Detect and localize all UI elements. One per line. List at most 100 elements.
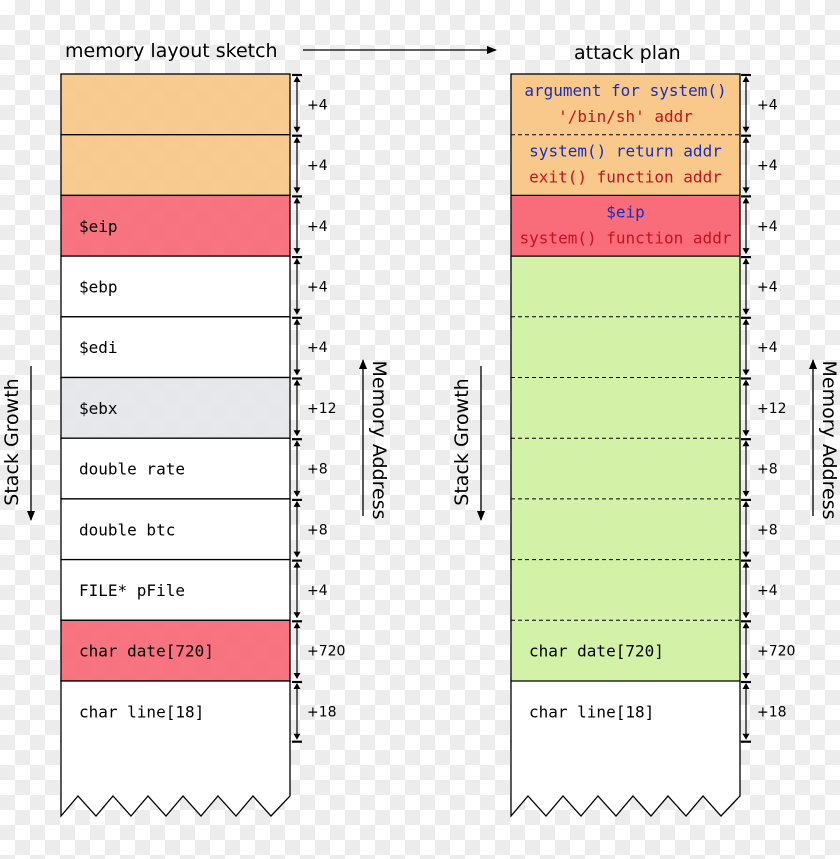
bracket-arrow-up xyxy=(293,318,301,325)
bracket-arrow-down xyxy=(742,308,750,315)
left-size-label: +4 xyxy=(307,340,328,356)
bracket-arrow-down xyxy=(742,126,750,133)
bracket-arrow-up xyxy=(293,500,301,507)
bracket-arrow-down xyxy=(293,369,301,376)
bracket-arrow-up xyxy=(742,136,750,143)
memory-layout-diagram: memory layout sketch attack plan $eip $eb… xyxy=(1,40,840,818)
right-cell xyxy=(511,498,740,560)
right-size-bracket: +18 xyxy=(741,680,787,740)
right-size-bracket: +4 xyxy=(741,559,778,619)
left-size-label: +8 xyxy=(307,462,328,478)
right-cell: char line[18] xyxy=(511,681,740,742)
left-cell: FILE* pFile xyxy=(60,558,291,621)
right-size-brackets: +4 +4 +4 +4 +4 +12 +8 +8 +4 +720 +18 xyxy=(741,73,795,743)
left-cell: $eip xyxy=(60,194,291,257)
right-size-bracket: +4 xyxy=(741,134,778,194)
bracket-arrow-down xyxy=(293,126,301,133)
bracket-arrow-up xyxy=(293,197,301,204)
bracket-arrow-down xyxy=(742,551,750,558)
left-stack-growth-label: Stack Growth xyxy=(1,378,23,505)
bracket-arrow-up xyxy=(742,500,750,507)
left-cell-label: double btc xyxy=(79,520,175,539)
bracket-arrow-down xyxy=(293,430,301,437)
left-size-bracket: +4 xyxy=(292,73,328,133)
right-cell-label: char date[720] xyxy=(529,642,664,661)
left-cell: $edi xyxy=(60,316,291,379)
right-cell-line2: '/bin/sh' addr xyxy=(558,107,693,126)
right-cell-line1: argument for system() xyxy=(524,81,726,100)
right-cell-box xyxy=(511,438,740,499)
left-size-label: +4 xyxy=(307,583,328,599)
right-stack-continuation xyxy=(510,740,741,818)
bracket-arrow-down xyxy=(293,673,301,679)
right-cell xyxy=(511,256,740,317)
left-size-label: +4 xyxy=(307,158,328,174)
left-size-label: +720 xyxy=(307,644,345,660)
left-size-bracket: +4 xyxy=(292,195,328,255)
right-cell: system() return addr exit() function addr xyxy=(511,134,740,196)
right-cell xyxy=(511,316,740,378)
right-cell xyxy=(511,377,740,439)
left-size-bracket: +8 xyxy=(292,438,328,497)
left-size-bracket: +4 xyxy=(292,316,328,376)
left-cell: double btc xyxy=(60,498,291,561)
left-cell-label: FILE* pFile xyxy=(79,581,185,600)
right-cell-box xyxy=(511,256,740,317)
bracket-arrow-down xyxy=(742,430,750,437)
right-size-bracket: +720 xyxy=(741,620,795,679)
bracket-arrow-up xyxy=(293,136,301,143)
left-stack: $eip $ebp $edi $ebx double rate double btc FIL… xyxy=(60,73,291,743)
right-size-label: +720 xyxy=(757,644,795,660)
left-cell-label: $ebx xyxy=(79,399,118,418)
bracket-arrow-up xyxy=(742,76,750,82)
bracket-arrow-down xyxy=(742,187,750,194)
left-cell: char line[18] xyxy=(60,680,291,743)
left-size-label: +4 xyxy=(307,97,328,113)
right-cell-box xyxy=(511,316,740,378)
left-size-bracket: +4 xyxy=(292,559,328,619)
right-size-bracket: +4 xyxy=(741,316,778,376)
right-cell-line1: $eip xyxy=(606,202,645,221)
left-title: memory layout sketch xyxy=(65,40,278,62)
left-stack-continuation xyxy=(60,740,291,818)
bracket-arrow-up xyxy=(742,379,750,386)
right-size-label: +4 xyxy=(757,158,778,174)
bracket-arrow-down xyxy=(293,187,301,194)
left-cell: char date[720] xyxy=(60,619,291,682)
right-cell-line2: exit() function addr xyxy=(529,168,722,187)
bracket-arrow-up xyxy=(293,258,301,265)
left-cell: $ebp xyxy=(60,255,291,318)
bracket-arrow-up xyxy=(742,258,750,265)
bracket-arrow-up xyxy=(293,76,301,82)
right-cell-box xyxy=(511,559,740,621)
bracket-arrow-down xyxy=(742,733,750,740)
bracket-arrow-up xyxy=(293,440,301,447)
right-cell xyxy=(511,559,740,621)
left-cell-label: $edi xyxy=(79,338,118,357)
bracket-arrow-down xyxy=(742,612,750,619)
right-size-bracket: +8 xyxy=(741,498,778,558)
left-size-label: +8 xyxy=(307,522,328,538)
left-size-bracket: +4 xyxy=(292,134,328,194)
right-size-bracket: +8 xyxy=(741,438,778,497)
left-cell-label: char line[18] xyxy=(79,702,204,721)
left-cell-label: char date[720] xyxy=(79,642,214,661)
right-cell: $eip system() function addr xyxy=(511,195,740,257)
left-size-bracket: +4 xyxy=(292,256,328,315)
left-size-bracket: +18 xyxy=(292,680,337,740)
right-memory-address-label: Memory Address xyxy=(818,361,840,520)
left-cell: $ebx xyxy=(60,376,291,439)
bracket-arrow-down xyxy=(293,308,301,315)
bracket-arrow-up xyxy=(293,622,301,629)
left-size-label: +4 xyxy=(307,219,328,235)
right-cell-label: char line[18] xyxy=(529,702,654,721)
bracket-arrow-up xyxy=(742,197,750,204)
left-size-bracket: +720 xyxy=(292,620,345,679)
bracket-arrow-down xyxy=(293,612,301,619)
left-size-brackets: +4 +4 +4 +4 +4 +12 +8 +8 +4 +720 +18 xyxy=(292,73,345,743)
right-cell-line2: system() function addr xyxy=(520,228,732,247)
right-cell-box xyxy=(511,377,740,439)
bracket-arrow-down xyxy=(293,490,301,497)
right-size-label: +8 xyxy=(757,462,778,478)
bracket-arrow-down xyxy=(293,733,301,740)
